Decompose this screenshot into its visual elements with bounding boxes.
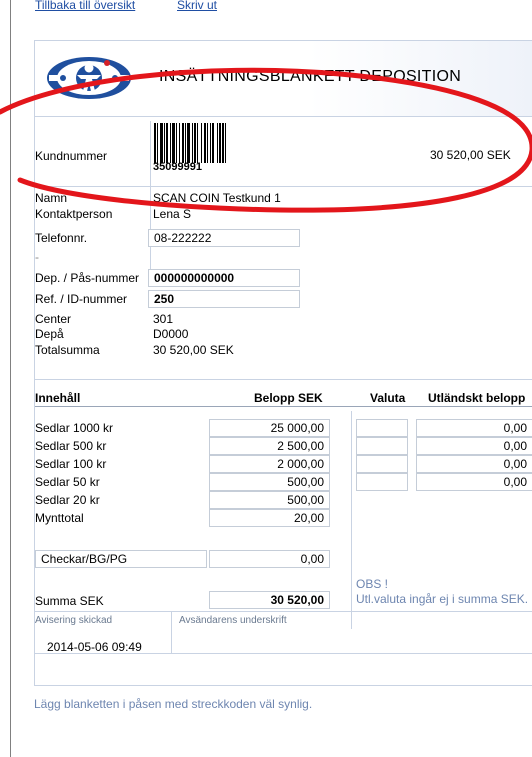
annotation-overlay (0, 67, 532, 213)
red-annotation-ellipse (0, 67, 532, 213)
